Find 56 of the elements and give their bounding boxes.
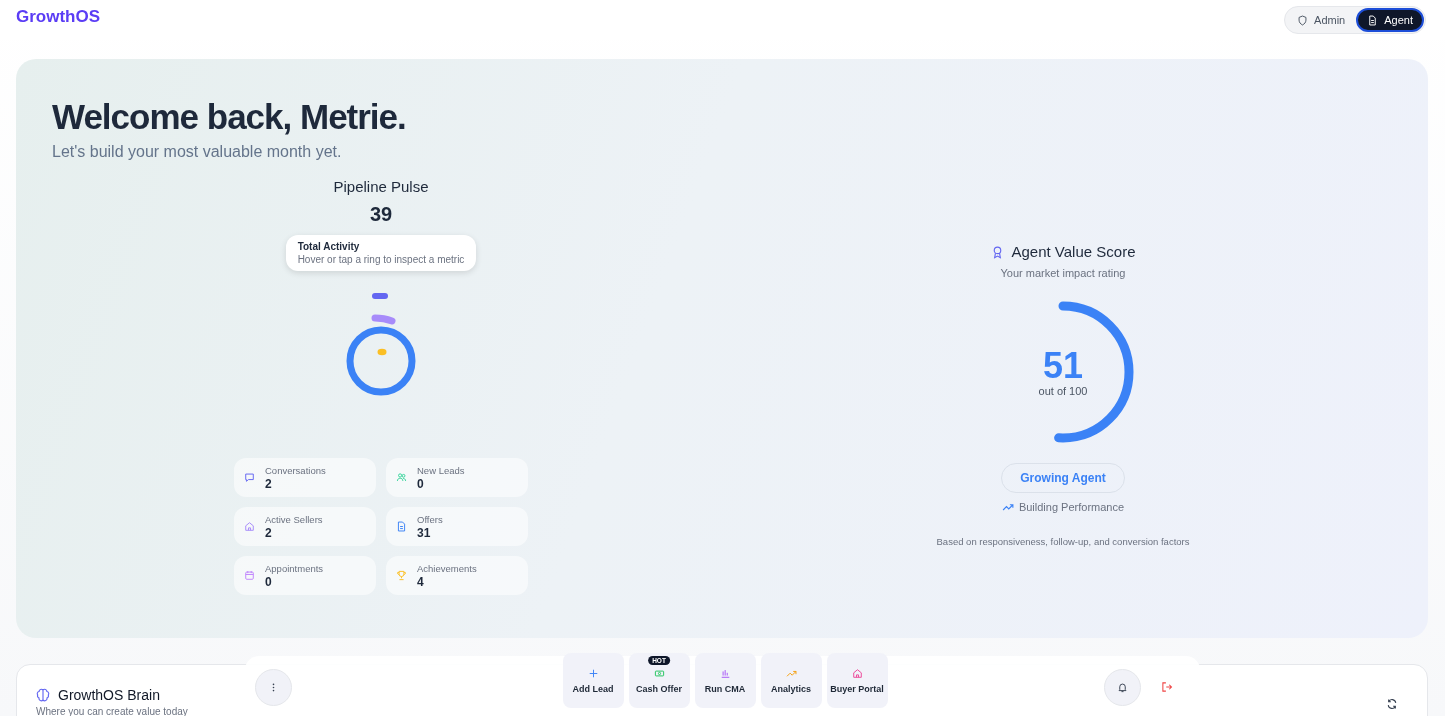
users-icon bbox=[396, 472, 407, 483]
action-button[interactable]: Run CMA bbox=[694, 653, 756, 708]
stat-value: 31 bbox=[417, 525, 432, 540]
stat-label: Achievements bbox=[417, 562, 477, 574]
house-icon bbox=[244, 521, 255, 532]
stat-card[interactable]: Achievements 4 bbox=[386, 556, 528, 595]
pipeline-title: Pipeline Pulse bbox=[333, 178, 429, 195]
score-subtitle: Your market impact rating bbox=[1000, 267, 1126, 279]
calendar-icon bbox=[244, 570, 255, 581]
pipeline-total: 39 bbox=[369, 203, 393, 226]
plus-icon bbox=[587, 667, 599, 679]
document-icon bbox=[1367, 14, 1379, 26]
cash-icon bbox=[653, 667, 665, 679]
brain-icon bbox=[36, 688, 50, 702]
stat-value: 2 bbox=[265, 476, 273, 491]
brain-title: GrowthOS Brain bbox=[58, 687, 160, 703]
tooltip-text: Hover or tap a ring to inspect a metric bbox=[297, 254, 465, 265]
stat-value: 4 bbox=[417, 574, 425, 589]
tooltip-title: Total Activity bbox=[297, 241, 361, 252]
trend-up-icon bbox=[1001, 501, 1014, 513]
stat-card[interactable]: Active Sellers 2 bbox=[234, 507, 376, 546]
welcome-subtitle: Let's build your most valuable month yet. bbox=[52, 143, 343, 161]
bar-chart-icon bbox=[719, 667, 731, 679]
refresh-icon[interactable] bbox=[1386, 698, 1398, 710]
action-button[interactable]: Analytics bbox=[760, 653, 822, 708]
stat-label: Active Sellers bbox=[265, 513, 323, 525]
stat-card[interactable]: Appointments 0 bbox=[234, 556, 376, 595]
app-logo[interactable]: GrowthOS bbox=[16, 7, 101, 27]
stat-value: 2 bbox=[265, 525, 273, 540]
role-tab[interactable]: Admin bbox=[1286, 8, 1357, 32]
stat-label: Offers bbox=[417, 513, 443, 525]
score-title: Agent Value Score bbox=[1011, 243, 1136, 260]
trend-label: Building Performance bbox=[1018, 501, 1125, 513]
welcome-title: Welcome back, Metrie. bbox=[52, 96, 407, 138]
shield-icon bbox=[1297, 14, 1309, 26]
score-value: 51 bbox=[1042, 347, 1083, 385]
stat-value: 0 bbox=[417, 476, 425, 491]
bell-icon bbox=[1117, 681, 1128, 693]
stat-card[interactable]: Offers 31 bbox=[386, 507, 528, 546]
action-button[interactable]: Buyer Portal bbox=[826, 653, 888, 708]
score-scale: out of 100 bbox=[1038, 385, 1088, 397]
stat-card[interactable]: Conversations 2 bbox=[234, 458, 376, 497]
stat-card[interactable]: New Leads 0 bbox=[386, 458, 528, 497]
house-icon bbox=[851, 667, 863, 679]
stat-label: Conversations bbox=[265, 464, 326, 476]
stat-label: New Leads bbox=[417, 464, 465, 476]
chat-icon bbox=[244, 472, 255, 483]
logout-icon[interactable] bbox=[1161, 681, 1173, 693]
document-icon bbox=[396, 521, 407, 532]
action-button[interactable]: Add Lead bbox=[562, 653, 624, 708]
score-footnote: Based on responsiveness, follow-up, and conversion factors bbox=[936, 536, 1190, 547]
stat-value: 0 bbox=[265, 574, 273, 589]
role-tab[interactable]: Agent bbox=[1356, 8, 1424, 32]
notifications-button[interactable] bbox=[1104, 668, 1141, 706]
stat-label: Appointments bbox=[265, 562, 324, 574]
trophy-icon bbox=[396, 570, 407, 581]
